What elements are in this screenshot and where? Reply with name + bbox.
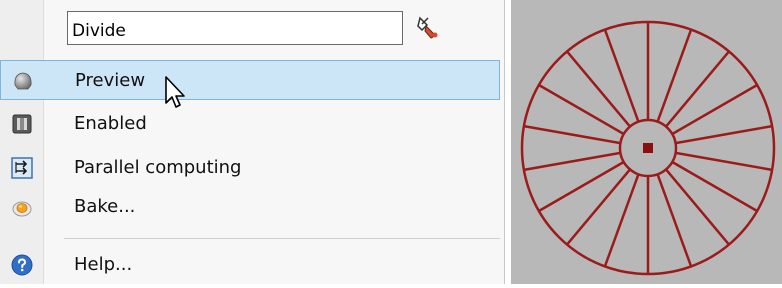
parallel-computing-icon (11, 157, 33, 179)
division-line (523, 151, 621, 172)
menu-item-label: Preview (75, 70, 146, 91)
division-line (665, 168, 730, 246)
menu-item-enabled[interactable]: Enabled (0, 104, 500, 144)
division-line (671, 160, 758, 213)
division-line (538, 160, 625, 213)
division-line (675, 124, 773, 145)
component-context-menu: Preview Enabled Parallel computing (0, 0, 505, 284)
bake-icon (11, 196, 33, 218)
menu-item-label: Bake... (74, 196, 136, 217)
flag-bucket-icon (417, 16, 438, 39)
division-line (656, 173, 693, 267)
division-line (566, 168, 631, 246)
center-point (643, 143, 653, 153)
menu-item-label: Parallel computing (74, 157, 242, 178)
division-line (675, 151, 773, 172)
preview-icon (12, 70, 34, 92)
menu-item-preview[interactable]: Preview (0, 60, 500, 100)
divided-circle-preview (520, 20, 776, 276)
menu-separator (64, 238, 500, 239)
menu-item-label: Enabled (74, 113, 147, 134)
division-line (538, 83, 625, 136)
division-line (671, 83, 758, 136)
component-name-input[interactable] (67, 11, 403, 45)
division-line (656, 29, 693, 123)
enabled-icon (11, 113, 33, 135)
division-line (603, 29, 640, 123)
division-line (566, 50, 631, 128)
menu-item-help[interactable]: Help... (0, 245, 500, 285)
component-name-row (0, 0, 505, 52)
division-line (603, 173, 640, 267)
menu-item-label: Help... (74, 254, 133, 275)
division-line (523, 124, 621, 145)
help-icon (11, 254, 33, 276)
rhino-viewport[interactable] (511, 0, 782, 284)
mouse-cursor-icon (165, 76, 185, 108)
menu-item-parallel-computing[interactable]: Parallel computing (0, 148, 500, 188)
flag-bucket-button[interactable] (414, 14, 442, 42)
menu-item-bake[interactable]: Bake... (0, 187, 500, 227)
division-line (665, 50, 730, 128)
